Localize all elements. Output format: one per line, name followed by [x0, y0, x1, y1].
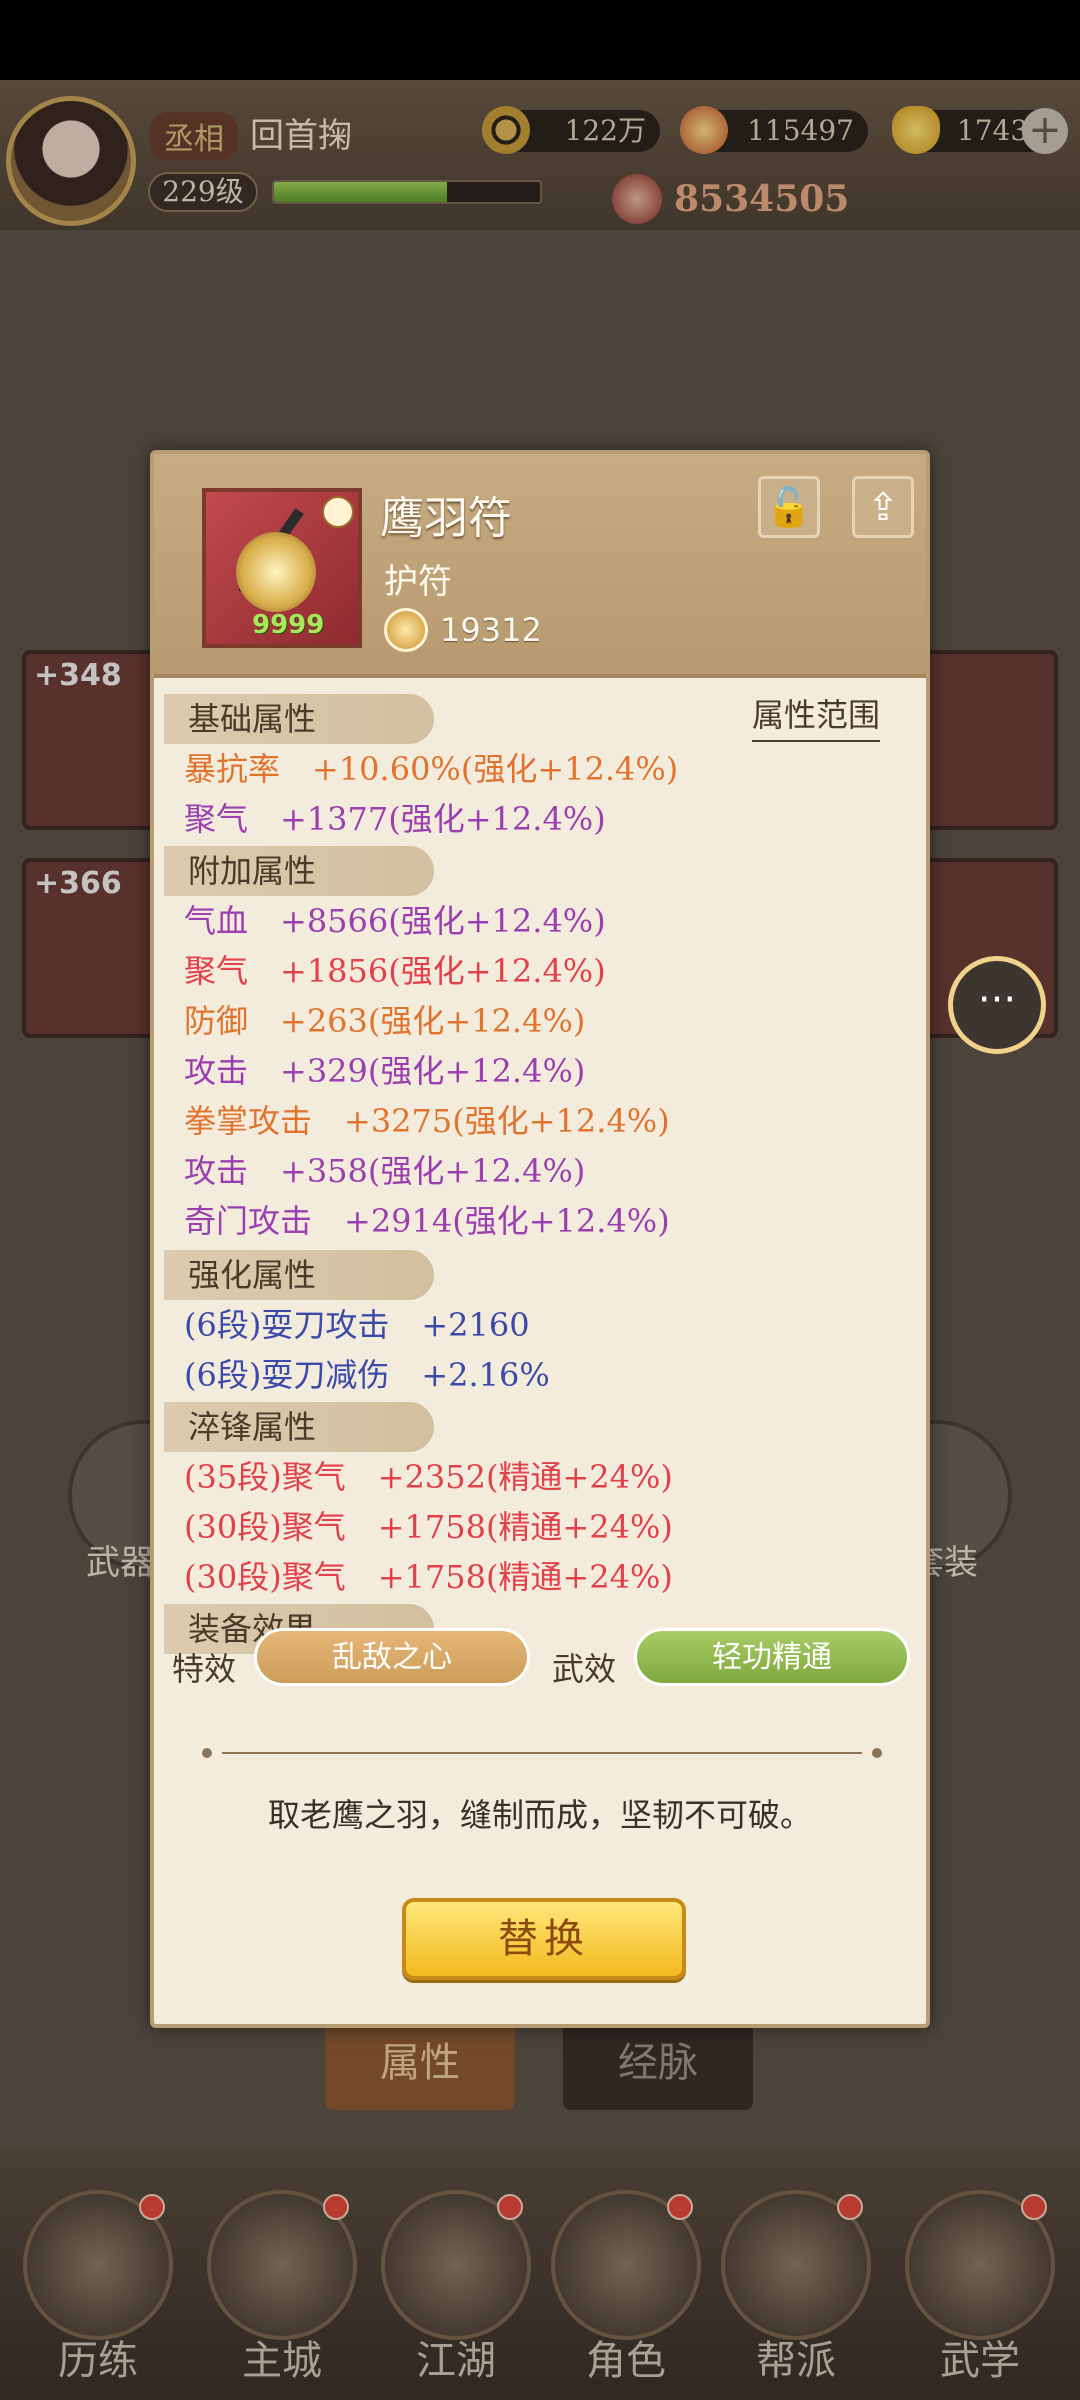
- item-icon: 9999: [202, 488, 362, 648]
- attribute-line: (30段)聚气 +1758(精通+24%): [184, 1558, 673, 1596]
- amulet-flower-icon: [236, 532, 316, 612]
- attribute-line: 聚气 +1856(强化+12.4%): [184, 952, 606, 990]
- special-effect-label: 特效: [172, 1650, 237, 1688]
- attribute-range-link[interactable]: 属性范围: [752, 690, 881, 742]
- chat-bubble-button[interactable]: [948, 956, 1046, 1054]
- share-icon: ⇪: [867, 485, 899, 529]
- martial-effect-label: 武效: [552, 1650, 617, 1688]
- replace-button[interactable]: 替换: [402, 1898, 686, 1980]
- item-detail-panel: 9999 鹰羽符 护符 19312 🔓 ⇪ 基础属性 属性范围 暴抗率 +10.…: [150, 450, 930, 2028]
- item-name: 鹰羽符: [380, 493, 512, 544]
- item-type: 护符: [384, 562, 452, 602]
- attribute-line: (30段)聚气 +1758(精通+24%): [184, 1508, 673, 1546]
- section-temper-attributes: 淬锋属性: [164, 1402, 434, 1452]
- divider-dot: [872, 1748, 882, 1758]
- quality-star-icon: [322, 496, 354, 528]
- attribute-line: (6段)耍刀攻击 +2160: [184, 1306, 530, 1344]
- score-icon: [384, 608, 428, 652]
- divider: [202, 1748, 882, 1758]
- attribute-line: 聚气 +1377(强化+12.4%): [184, 800, 606, 838]
- item-score-value: 19312: [440, 611, 542, 649]
- share-button[interactable]: ⇪: [852, 476, 914, 538]
- martial-effect-pill[interactable]: 轻功精通: [634, 1628, 910, 1686]
- divider-dot: [202, 1748, 212, 1758]
- unlock-icon: 🔓: [765, 485, 813, 529]
- attribute-line: 暴抗率 +10.60%(强化+12.4%): [184, 750, 679, 788]
- attribute-line: 拳掌攻击 +3275(强化+12.4%): [184, 1102, 670, 1140]
- item-count: 9999: [252, 610, 325, 640]
- section-extra-attributes: 附加属性: [164, 846, 434, 896]
- attribute-line: 奇门攻击 +2914(强化+12.4%): [184, 1202, 670, 1240]
- item-attributes: 基础属性 属性范围 暴抗率 +10.60%(强化+12.4%) 聚气 +1377(…: [154, 682, 926, 2024]
- item-header: 9999 鹰羽符 护符 19312 🔓 ⇪: [154, 454, 926, 678]
- attribute-line: 攻击 +329(强化+12.4%): [184, 1052, 586, 1090]
- special-effect-pill[interactable]: 乱敌之心: [254, 1628, 530, 1686]
- attribute-line: (35段)聚气 +2352(精通+24%): [184, 1458, 673, 1496]
- attribute-line: (6段)耍刀减伤 +2.16%: [184, 1356, 550, 1394]
- section-enhance-attributes: 强化属性: [164, 1250, 434, 1300]
- item-score: 19312: [384, 606, 542, 654]
- section-base-attributes: 基础属性: [164, 694, 434, 744]
- item-description: 取老鹰之羽，缝制而成，坚韧不可破。: [267, 1796, 812, 1834]
- unlock-button[interactable]: 🔓: [758, 476, 820, 538]
- attribute-line: 防御 +263(强化+12.4%): [184, 1002, 586, 1040]
- attribute-line: 攻击 +358(强化+12.4%): [184, 1152, 586, 1190]
- attribute-line: 气血 +8566(强化+12.4%): [184, 902, 606, 940]
